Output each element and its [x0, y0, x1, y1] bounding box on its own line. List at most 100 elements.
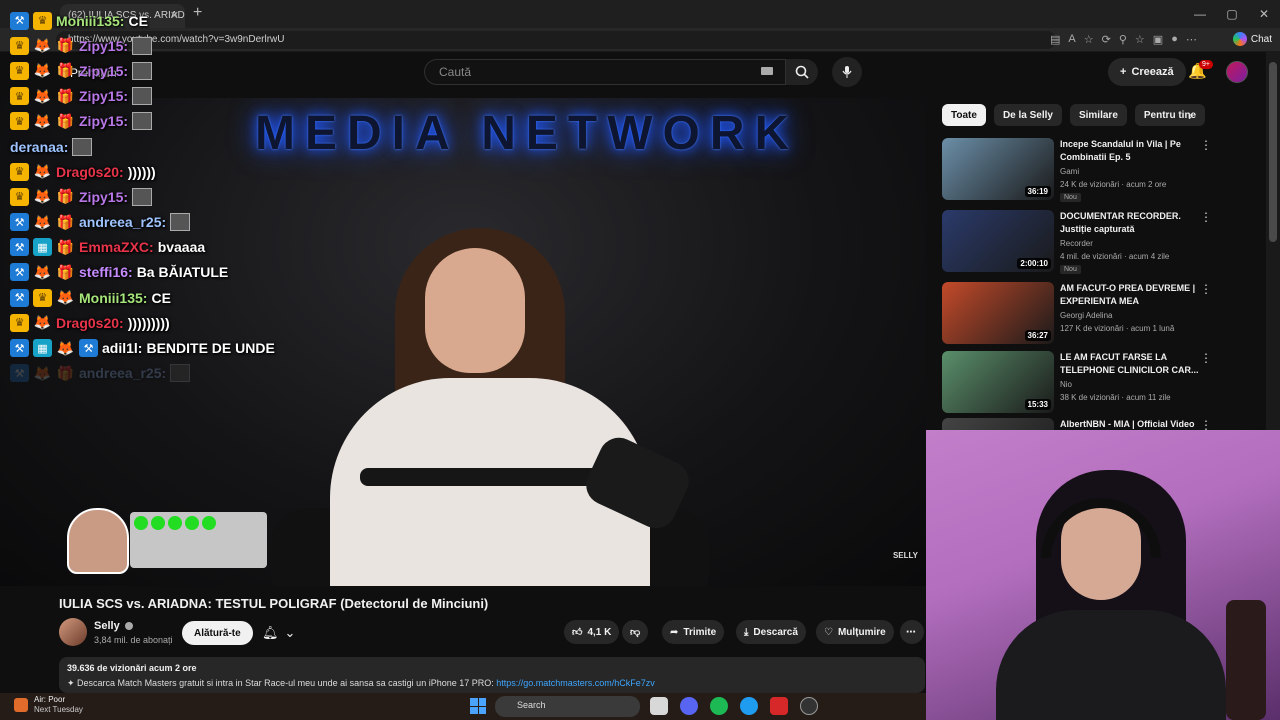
chat-username: Drag0s20:: [56, 163, 124, 180]
edge-icon[interactable]: [740, 697, 758, 715]
channel-name-text: Selly: [94, 620, 120, 632]
reader-icon[interactable]: ▤: [1050, 33, 1060, 46]
favorite-star-icon[interactable]: ☆: [1084, 33, 1094, 46]
keyboard-icon[interactable]: [761, 67, 773, 75]
more-options-icon[interactable]: ⋮: [1200, 282, 1212, 296]
weather-icon[interactable]: [14, 698, 28, 712]
page-scrollbar[interactable]: [1266, 52, 1280, 430]
plus-icon: +: [1120, 66, 1127, 78]
subscribe-bell-button[interactable]: 🔔︎ ⌄: [252, 621, 305, 645]
create-button[interactable]: + Creează: [1108, 58, 1186, 86]
more-options-icon[interactable]: ⋮: [1200, 210, 1212, 224]
moderator-badge-icon: ⚒: [10, 238, 29, 257]
chat-text: )))))): [127, 163, 156, 180]
verified-icon: [124, 622, 133, 631]
green-dot: [168, 516, 182, 530]
download-label: Descarcă: [753, 626, 798, 638]
chat-username: deranaa:: [10, 138, 69, 155]
filter-chip[interactable]: Similare: [1069, 104, 1127, 126]
like-button[interactable]: 👍︎ 4,1 K: [564, 620, 620, 644]
chevron-right-icon[interactable]: ›: [1188, 107, 1193, 123]
crown-badge-icon: ♛: [10, 87, 29, 106]
thanks-button[interactable]: ♡ Mulțumire: [816, 620, 894, 644]
minimize-icon[interactable]: —: [1184, 0, 1216, 28]
favorites-icon[interactable]: ☆: [1135, 33, 1145, 46]
filter-chip[interactable]: De la Selly: [993, 104, 1062, 126]
close-window-icon[interactable]: ✕: [1248, 0, 1280, 28]
chat-message: ♛ 🦊 🎁 Zipy15:: [10, 184, 310, 209]
chat-button[interactable]: Chat: [1232, 32, 1272, 46]
microphone-stand: [1226, 600, 1266, 720]
crown-badge-icon: ♛: [10, 61, 29, 80]
more-icon[interactable]: ⋯: [1186, 33, 1197, 46]
recommended-video[interactable]: 2:00:10 DOCUMENTAR RECORDER. Justiție cap…: [942, 210, 1222, 276]
file-explorer-icon[interactable]: [650, 697, 668, 715]
more-options-icon[interactable]: ⋮: [1200, 351, 1212, 365]
collections-icon[interactable]: ▣: [1153, 33, 1163, 46]
heart-dollar-icon: ♡: [824, 626, 833, 638]
dislike-button[interactable]: 👎︎: [622, 620, 649, 644]
recommended-video[interactable]: 36:19 Incepe Scandalul in Vila | Pe Combi…: [942, 138, 1222, 204]
video-thumbnail[interactable]: 36:19: [942, 138, 1054, 200]
channel-avatar[interactable]: [59, 618, 87, 646]
new-badge: Nou: [1060, 193, 1081, 202]
extension-icon[interactable]: ⚲: [1119, 33, 1127, 46]
gift-badge-icon: 🎁: [56, 62, 75, 79]
maximize-icon[interactable]: ▢: [1216, 0, 1248, 28]
spotify-icon[interactable]: [710, 697, 728, 715]
more-actions-button[interactable]: ⋯: [900, 620, 924, 644]
chat-message: ⚒ 🦊 🎁 steffi16: Ba BĂIATULE: [10, 260, 310, 285]
translate-icon[interactable]: A: [1068, 33, 1075, 46]
crown-badge-icon: ♛: [10, 313, 29, 332]
views-and-date: 39.636 de vizionări acum 2 ore: [67, 663, 197, 673]
video-thumbnail[interactable]: 15:33: [942, 351, 1054, 413]
search-input[interactable]: Caută: [424, 59, 786, 85]
obs-icon[interactable]: [800, 697, 818, 715]
weather-day: Next Tuesday: [34, 705, 83, 714]
fox-badge-icon: 🦊: [33, 213, 52, 230]
discord-icon[interactable]: [680, 697, 698, 715]
share-button[interactable]: ➦ Trimite: [662, 620, 725, 644]
search-button[interactable]: [786, 59, 818, 85]
recommended-video[interactable]: 36:27 AM FACUT-O PREA DEVREME | EXPERIENT…: [942, 282, 1222, 348]
windows-start-icon[interactable]: [470, 698, 486, 714]
chat-text: CE: [151, 289, 171, 306]
chat-message: deranaa:: [10, 134, 310, 159]
chat-username: andreea_r25:: [79, 365, 167, 382]
more-options-icon[interactable]: ⋮: [1200, 138, 1212, 152]
profile-icon[interactable]: ●: [1171, 33, 1178, 46]
recommended-channel[interactable]: Nio: [1060, 380, 1072, 389]
video-thumbnail[interactable]: 2:00:10: [942, 210, 1054, 272]
recommended-title[interactable]: DOCUMENTAR RECORDER. Justiție capturată: [1060, 210, 1200, 236]
chat-text: Ba BĂIATULE: [136, 264, 229, 281]
voice-search-button[interactable]: [832, 57, 862, 87]
recommended-channel[interactable]: Recorder: [1060, 239, 1093, 248]
moderator-badge-icon: ⚒: [10, 213, 29, 232]
recommended-channel[interactable]: Gami: [1060, 167, 1079, 176]
account-avatar[interactable]: [1226, 61, 1248, 83]
fox-badge-icon: 🦊: [33, 188, 52, 205]
join-button[interactable]: Alătură-te: [182, 621, 253, 645]
recommended-channel[interactable]: Georgi Adelina: [1060, 311, 1112, 320]
chat-username: Zipy15:: [79, 188, 129, 205]
filter-chip[interactable]: Pentru tine: [1134, 104, 1206, 126]
green-dot: [202, 516, 216, 530]
filter-chips: Toate De la Selly Similare Pentru tine: [942, 104, 1206, 126]
duration-badge: 15:33: [1024, 399, 1051, 410]
recommended-title[interactable]: Incepe Scandalul in Vila | Pe Combinatii…: [1060, 138, 1200, 164]
crown-badge-icon: ♛: [10, 162, 29, 181]
taskbar-search[interactable]: Search: [495, 696, 640, 717]
download-button[interactable]: ⤓ Descarcă: [736, 620, 806, 644]
app-red-icon[interactable]: [770, 697, 788, 715]
recommended-video[interactable]: 15:33 LE AM FACUT FARSE LA TELEPHONE CLIN…: [942, 351, 1222, 417]
chat-username: Zipy15:: [79, 113, 129, 130]
description-link[interactable]: https://go.matchmasters.com/hCkFe7zv: [496, 678, 655, 688]
video-thumbnail[interactable]: 36:27: [942, 282, 1054, 344]
recommended-title[interactable]: AM FACUT-O PREA DEVREME | EXPERIENTA MEA: [1060, 282, 1200, 308]
refresh-icon[interactable]: ⟳: [1102, 33, 1111, 46]
channel-name[interactable]: Selly: [94, 620, 133, 632]
scroll-thumb[interactable]: [1269, 62, 1277, 242]
filter-chip[interactable]: Toate: [942, 104, 986, 126]
recommended-title[interactable]: LE AM FACUT FARSE LA TELEPHONE CLINICILO…: [1060, 351, 1200, 377]
neon-sign: MEDIA NETWORK: [255, 107, 800, 160]
